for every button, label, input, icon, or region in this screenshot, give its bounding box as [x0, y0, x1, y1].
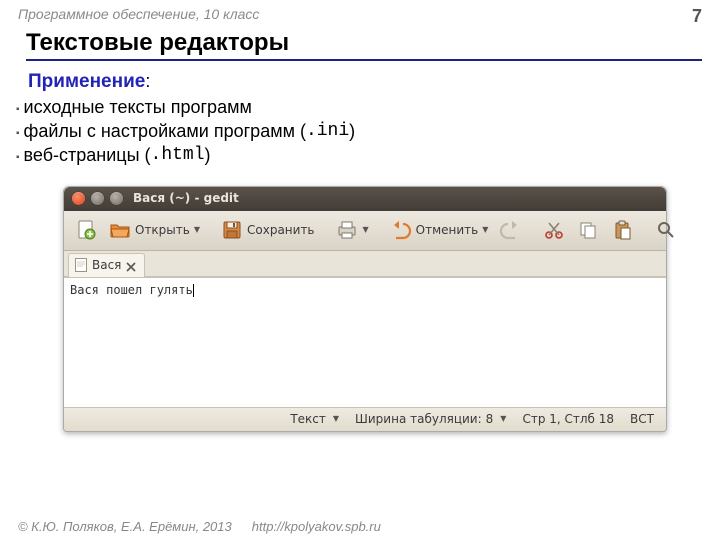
print-icon — [335, 218, 359, 242]
footer-url: http://kpolyakov.spb.ru — [252, 519, 381, 534]
new-button[interactable] — [70, 218, 102, 242]
slide-header: Программное обеспечение, 10 класс 7 — [0, 0, 720, 27]
bullet-item: веб-страницы (.html) — [16, 143, 702, 167]
open-folder-icon — [108, 218, 132, 242]
bullet-suffix: ) — [205, 143, 211, 167]
document-icon — [75, 258, 87, 272]
tabwidth-value: 8 — [486, 411, 494, 427]
search-icon — [654, 218, 678, 242]
chevron-down-icon: ▼ — [363, 225, 369, 236]
footer: © К.Ю. Поляков, Е.А. Ерёмин, 2013 http:/… — [18, 519, 702, 534]
chevron-down-icon: ▼ — [333, 414, 339, 425]
bullet-text: файлы с настройками программ ( — [24, 119, 306, 143]
maximize-icon[interactable] — [110, 192, 123, 205]
bullet-mono: .ini — [306, 119, 349, 143]
tab-bar: Вася — [64, 251, 666, 277]
bullet-text: исходные тексты программ — [24, 95, 252, 119]
titlebar[interactable]: Вася (~) - gedit — [64, 187, 666, 211]
page-title: Текстовые редакторы — [26, 29, 702, 61]
undo-icon — [389, 218, 413, 242]
open-label: Открыть — [135, 222, 190, 238]
toolbar: Открыть ▼ Сохранить ▼ — [64, 211, 666, 251]
window-title: Вася (~) - gedit — [133, 190, 239, 206]
status-bar: Текст ▼ Ширина табуляции: 8 ▼ Стр 1, Стл… — [64, 407, 666, 431]
redo-button[interactable] — [494, 218, 526, 242]
save-button[interactable]: Сохранить — [216, 218, 319, 242]
cut-icon — [542, 218, 566, 242]
paste-button[interactable] — [606, 218, 638, 242]
open-button[interactable]: Открыть ▼ — [104, 218, 204, 242]
course-label: Программное обеспечение, 10 класс — [18, 6, 259, 27]
save-icon — [220, 218, 244, 242]
undo-label: Отменить — [416, 222, 479, 238]
search-button[interactable] — [650, 218, 682, 242]
tabwidth-selector[interactable]: Ширина табуляции: 8 ▼ — [355, 411, 506, 427]
bullet-item: исходные тексты программ — [16, 95, 702, 119]
text-cursor — [193, 284, 194, 297]
syntax-selector[interactable]: Текст ▼ — [290, 411, 339, 427]
copy-icon — [576, 218, 600, 242]
tab-label: Вася — [92, 257, 121, 273]
chevron-down-icon: ▼ — [482, 225, 488, 236]
tabwidth-label: Ширина табуляции: — [355, 411, 482, 427]
subhead-line: Применение: — [28, 69, 702, 95]
bullet-text: веб-страницы ( — [24, 143, 151, 167]
cut-button[interactable] — [538, 218, 570, 242]
subhead: Применение — [28, 71, 145, 92]
bullet-item: файлы с настройками программ (.ini) — [16, 119, 702, 143]
copyright: © К.Ю. Поляков, Е.А. Ерёмин, 2013 — [18, 519, 232, 534]
chevron-down-icon: ▼ — [500, 414, 506, 425]
insert-label: ВСТ — [630, 411, 654, 427]
close-tab-icon[interactable] — [126, 260, 136, 270]
position-label: Стр 1, Стлб 18 — [522, 411, 614, 427]
undo-button[interactable]: Отменить ▼ — [385, 218, 493, 242]
content-area: Применение: исходные тексты программ фай… — [0, 67, 720, 432]
close-icon[interactable] — [72, 192, 85, 205]
new-file-icon — [74, 218, 98, 242]
editor-text: Вася пошел гулять — [70, 283, 193, 297]
chevron-down-icon: ▼ — [194, 225, 200, 236]
gedit-window: Вася (~) - gedit Открыть ▼ Сохранить — [63, 186, 667, 432]
bullet-mono: .html — [151, 143, 205, 167]
redo-icon — [498, 218, 522, 242]
subhead-colon: : — [145, 71, 150, 91]
page-number: 7 — [692, 6, 702, 27]
bullet-suffix: ) — [349, 119, 355, 143]
document-tab[interactable]: Вася — [68, 253, 145, 276]
cursor-position: Стр 1, Стлб 18 — [522, 411, 614, 427]
syntax-label: Текст — [290, 411, 326, 427]
minimize-icon[interactable] — [91, 192, 104, 205]
copy-button[interactable] — [572, 218, 604, 242]
save-label: Сохранить — [247, 222, 315, 238]
paste-icon — [610, 218, 634, 242]
insert-mode: ВСТ — [630, 411, 654, 427]
editor-area[interactable]: Вася пошел гулять — [64, 277, 666, 407]
print-button[interactable]: ▼ — [331, 218, 373, 242]
